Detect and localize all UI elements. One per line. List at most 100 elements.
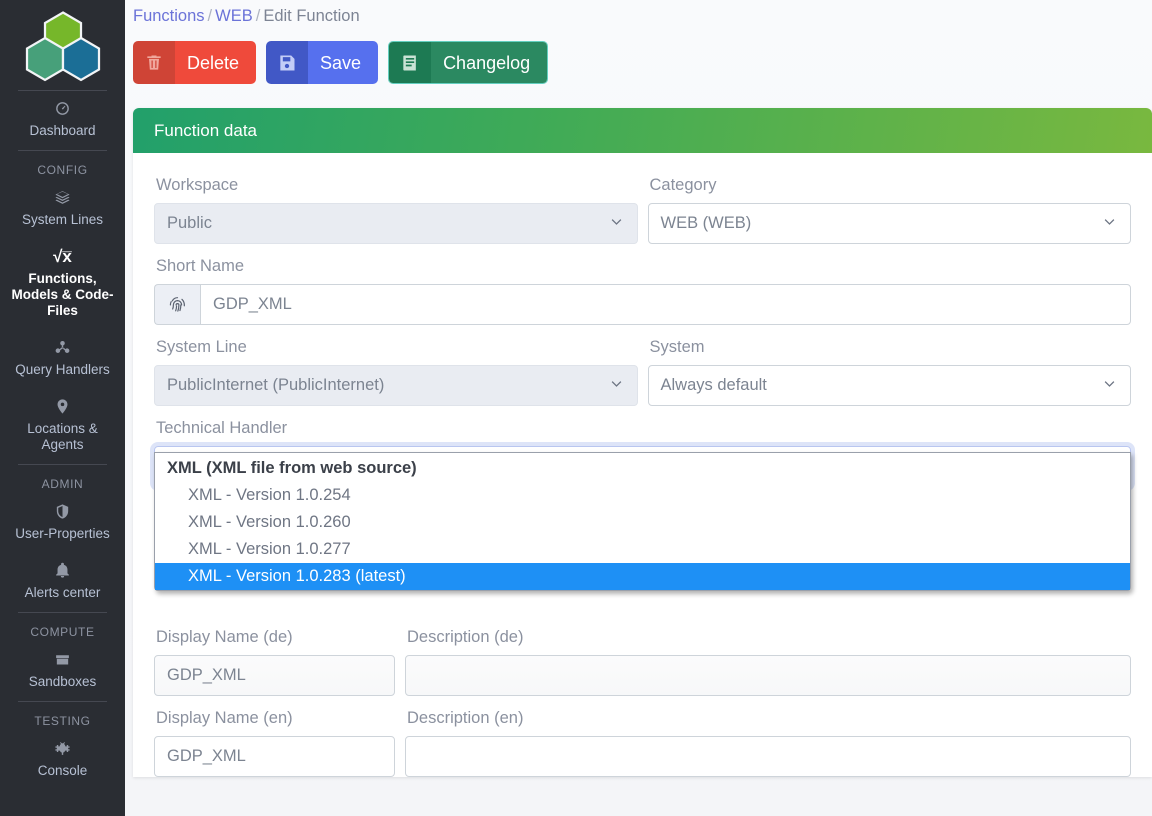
sidebar-item-dashboard[interactable]: Dashboard [0, 91, 125, 150]
technical-handler-label: Technical Handler [154, 406, 1131, 446]
listbox-option[interactable]: XML - Version 1.0.254 [155, 482, 1130, 509]
save-button[interactable]: Save [266, 41, 378, 84]
form-row-de: Display Name (de) GDP_XML Description (d… [154, 615, 1131, 696]
description-de-input[interactable] [405, 655, 1131, 696]
technical-handler-listbox[interactable]: XML (XML file from web source) XML - Ver… [154, 452, 1131, 591]
sidebar: Dashboard CONFIG System Lines √x̅ Functi… [0, 0, 125, 816]
listbox-option[interactable]: XML - Version 1.0.260 [155, 509, 1130, 536]
action-toolbar: Delete Save Changelog [125, 27, 1152, 84]
breadcrumb-current: Edit Function [263, 7, 359, 25]
layers-icon [6, 189, 119, 207]
chevron-down-icon [1102, 214, 1117, 234]
breadcrumb-link-web[interactable]: WEB [215, 7, 253, 25]
sidebar-item-query-handlers[interactable]: Query Handlers [0, 330, 125, 389]
delete-button[interactable]: Delete [133, 41, 256, 84]
fingerprint-icon [154, 284, 200, 325]
sidebar-item-label: System Lines [6, 212, 119, 228]
description-de-label: Description (de) [405, 615, 1131, 655]
short-name-input[interactable]: GDP_XML [200, 284, 1131, 325]
breadcrumb-link-functions[interactable]: Functions [133, 7, 205, 25]
description-en-label: Description (en) [405, 696, 1131, 736]
system-label: System [648, 325, 1132, 365]
bell-icon [6, 562, 119, 580]
listbox-option[interactable]: XML - Version 1.0.277 [155, 536, 1130, 563]
floppy-disk-icon [266, 41, 308, 84]
field-system-line: System Line PublicInternet (PublicIntern… [154, 325, 638, 406]
sidebar-section-compute: COMPUTE [0, 613, 125, 642]
sidebar-item-sandboxes[interactable]: Sandboxes [0, 642, 125, 701]
sidebar-item-locations-agents[interactable]: Locations & Agents [0, 389, 125, 464]
chevron-down-icon [609, 214, 624, 234]
form-row-short-name: Short Name [154, 244, 1131, 325]
display-name-de-input[interactable]: GDP_XML [154, 655, 395, 696]
field-display-name-en: Display Name (en) GDP_XML [154, 696, 395, 777]
field-category: Category WEB (WEB) [648, 163, 1132, 244]
system-line-select[interactable]: PublicInternet (PublicInternet) [154, 365, 638, 406]
function-form: Workspace Public Category WEB (WEB) [133, 153, 1152, 777]
delete-button-label: Delete [175, 41, 256, 84]
sidebar-item-system-lines[interactable]: System Lines [0, 180, 125, 239]
sidebar-item-functions[interactable]: √x̅ Functions, Models & Code-Files [0, 239, 125, 330]
sidebar-item-label: Console [6, 763, 119, 779]
form-row-workspace-category: Workspace Public Category WEB (WEB) [154, 163, 1131, 244]
save-button-label: Save [308, 41, 378, 84]
sidebar-item-label: Locations & Agents [6, 421, 119, 453]
system-line-label: System Line [154, 325, 638, 365]
description-en-input[interactable] [405, 736, 1131, 777]
trash-icon [133, 41, 175, 84]
field-workspace: Workspace Public [154, 163, 638, 244]
speedometer-icon [6, 100, 119, 118]
hexagon-logo-icon [25, 11, 101, 83]
sidebar-item-label: Dashboard [6, 123, 119, 139]
breadcrumb: Functions/WEB/Edit Function [125, 0, 1152, 27]
category-label: Category [648, 163, 1132, 203]
short-name-input-group: GDP_XML [154, 284, 1131, 325]
card-title: Function data [133, 108, 1152, 153]
listbox-option-selected[interactable]: XML - Version 1.0.283 (latest) [155, 563, 1130, 590]
chevron-down-icon [609, 376, 624, 396]
system-select[interactable]: Always default [648, 365, 1132, 406]
sqrt-x-icon: √x̅ [6, 248, 119, 266]
sidebar-item-console[interactable]: Console [0, 731, 125, 790]
field-description-en: Description (en) [405, 696, 1131, 777]
field-short-name: Short Name [154, 244, 1131, 325]
workspace-value: Public [167, 214, 212, 233]
form-row-en: Display Name (en) GDP_XML Description (e… [154, 696, 1131, 777]
sidebar-section-testing: TESTING [0, 702, 125, 731]
sidebar-item-user-properties[interactable]: User-Properties [0, 494, 125, 553]
display-name-de-label: Display Name (de) [154, 615, 395, 655]
sidebar-item-label: Functions, Models & Code-Files [6, 271, 119, 319]
display-name-de-value: GDP_XML [167, 666, 246, 685]
chevron-down-icon [1102, 376, 1117, 396]
display-name-en-input[interactable]: GDP_XML [154, 736, 395, 777]
breadcrumb-separator: / [253, 7, 264, 25]
system-line-value: PublicInternet (PublicInternet) [167, 376, 384, 395]
form-row-technical-handler: Technical Handler XML - Version 1.0.283 … [154, 406, 1131, 487]
field-display-name-de: Display Name (de) GDP_XML [154, 615, 395, 696]
app-logo[interactable] [0, 0, 125, 90]
field-technical-handler: Technical Handler XML - Version 1.0.283 … [154, 406, 1131, 487]
workspace-select[interactable]: Public [154, 203, 638, 244]
box-icon [6, 651, 119, 669]
display-name-en-label: Display Name (en) [154, 696, 395, 736]
field-description-de: Description (de) [405, 615, 1131, 696]
bug-icon [6, 740, 119, 758]
sidebar-item-label: Sandboxes [6, 674, 119, 690]
listbox-group-header: XML (XML file from web source) [155, 455, 1130, 482]
category-select[interactable]: WEB (WEB) [648, 203, 1132, 244]
workspace-label: Workspace [154, 163, 638, 203]
sidebar-item-alerts-center[interactable]: Alerts center [0, 553, 125, 612]
display-name-en-value: GDP_XML [167, 747, 246, 766]
shield-icon [6, 503, 119, 521]
molecule-icon [6, 339, 119, 357]
book-icon [389, 42, 431, 83]
sidebar-section-admin: ADMIN [0, 465, 125, 494]
changelog-button[interactable]: Changelog [388, 41, 548, 84]
form-row-system-line-system: System Line PublicInternet (PublicIntern… [154, 325, 1131, 406]
sidebar-item-label: User-Properties [6, 526, 119, 542]
map-pin-icon [6, 398, 119, 416]
system-value: Always default [661, 376, 767, 395]
short-name-label: Short Name [154, 244, 1131, 284]
main-content: Functions/WEB/Edit Function Delete Save … [125, 0, 1152, 816]
field-system: System Always default [648, 325, 1132, 406]
